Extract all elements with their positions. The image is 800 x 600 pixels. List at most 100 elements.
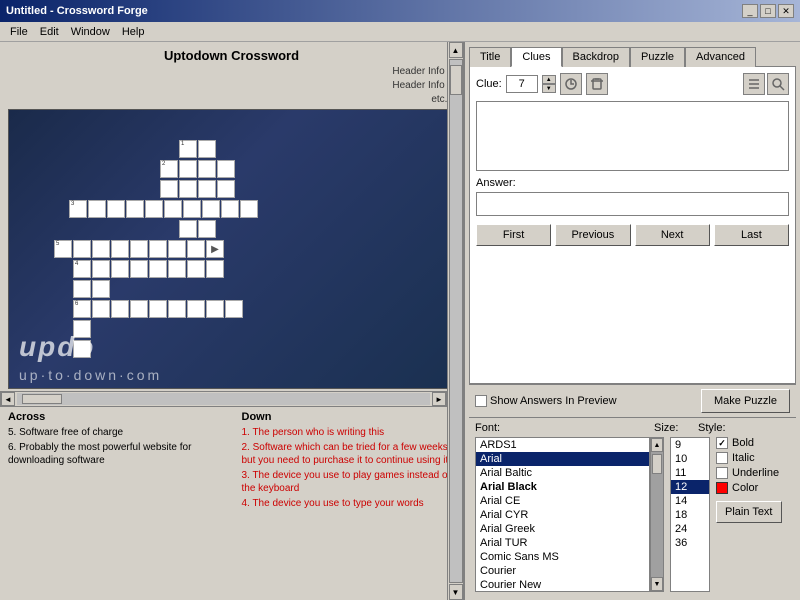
down-clue-1-text: The person who is writing this [252,427,384,438]
horizontal-scroll-track [17,393,430,405]
maximize-button[interactable]: □ [760,4,776,18]
make-puzzle-button[interactable]: Make Puzzle [701,389,790,413]
spin-up-button[interactable]: ▲ [542,75,556,84]
font-list-scrollbar[interactable]: ▲ ▼ [650,437,664,592]
delete-button[interactable] [586,73,608,95]
plain-text-button[interactable]: Plain Text [716,501,782,523]
answer-input[interactable] [476,192,789,216]
header-info-2: Header Info 2 [0,79,453,93]
list-icon [747,77,761,91]
across-clue-5-num: 5. [8,427,16,438]
clue-number-spinner: ▲ ▼ [542,75,556,93]
font-scroll-down[interactable]: ▼ [651,577,663,591]
down-clue-2-num: 2. [242,442,250,453]
first-button[interactable]: First [476,224,551,246]
minimize-button[interactable]: _ [742,4,758,18]
font-item-arial-black[interactable]: Arial Black [476,480,649,494]
font-item-ards1[interactable]: ARDS1 [476,438,649,452]
down-clue-3-num: 3. [242,470,250,481]
size-14[interactable]: 14 [671,494,709,508]
font-panel-labels: Font: Size: Style: [475,422,790,434]
scroll-right-button[interactable]: ► [432,392,446,406]
window-title: Untitled - Crossword Forge [6,5,148,17]
spin-down-button[interactable]: ▼ [542,84,556,93]
underline-checkbox[interactable] [716,467,728,479]
list-view-button[interactable] [743,73,765,95]
underline-label: Underline [732,467,779,479]
tabs: Title Clues Backdrop Puzzle Advanced [469,46,796,66]
font-scroll-up[interactable]: ▲ [651,438,663,452]
menu-edit[interactable]: Edit [34,25,65,39]
italic-label: Italic [732,452,755,464]
logo-domain: up·to·down·com [19,367,162,383]
size-label: Size: [654,422,694,434]
window-controls: _ □ ✕ [742,4,794,18]
last-button[interactable]: Last [714,224,789,246]
crossword-title: Uptodown Crossword [0,42,463,65]
font-item-courier[interactable]: Courier [476,564,649,578]
font-item-arial-cyr[interactable]: Arial CYR [476,508,649,522]
across-clue-6: 6. Probably the most powerful website fo… [8,441,222,467]
tab-backdrop[interactable]: Backdrop [562,47,630,67]
down-clues: Down 1. The person who is writing this 2… [242,411,456,596]
bottom-bar: Show Answers In Preview Make Puzzle [469,384,796,417]
menu-window[interactable]: Window [65,25,116,39]
down-clue-3-text: The device you use to play games instead… [242,470,451,494]
bold-label: Bold [732,437,754,449]
down-clue-1: 1. The person who is writing this [242,426,456,439]
italic-option: Italic [716,452,782,464]
size-24[interactable]: 24 [671,522,709,536]
size-10[interactable]: 10 [671,452,709,466]
horizontal-scrollbar[interactable]: ◄ ► [0,391,447,407]
clue-number-input[interactable] [506,75,538,93]
search-button[interactable] [767,73,789,95]
scroll-thumb[interactable] [450,65,462,95]
down-clue-1-num: 1. [242,427,250,438]
scroll-up-button[interactable]: ▲ [449,42,463,58]
tab-puzzle[interactable]: Puzzle [630,47,685,67]
size-12[interactable]: 12 [671,480,709,494]
down-clue-2-text: Software which can be tried for a few we… [242,442,451,466]
italic-checkbox[interactable] [716,452,728,464]
size-9[interactable]: 9 [671,438,709,452]
size-list[interactable]: 9 10 11 12 14 18 24 36 [670,437,710,592]
bold-checkbox[interactable]: ✓ [716,437,728,449]
across-clue-6-text: Probably the most powerful website for d… [8,442,191,466]
tab-title[interactable]: Title [469,47,511,67]
color-label: Color [732,482,758,494]
tab-clues[interactable]: Clues [511,47,561,67]
font-item-arial[interactable]: Arial [476,452,649,466]
font-item-arial-ce[interactable]: Arial CE [476,494,649,508]
scroll-left-button[interactable]: ◄ [1,392,15,406]
left-vertical-scrollbar[interactable]: ▲ ▼ [447,42,463,600]
font-item-arial-tur[interactable]: Arial TUR [476,536,649,550]
size-18[interactable]: 18 [671,508,709,522]
across-clue-6-num: 6. [8,442,16,453]
horizontal-scroll-thumb[interactable] [22,394,62,404]
header-info-3: etc... [0,93,453,107]
scroll-down-button[interactable]: ▼ [449,584,463,600]
size-11[interactable]: 11 [671,466,709,480]
logo-text: updo [19,331,95,363]
clue-textarea[interactable] [476,101,789,171]
font-scroll-thumb[interactable] [652,454,662,474]
down-clue-4-text: The device you use to type your words [252,498,423,509]
menu-help[interactable]: Help [116,25,151,39]
font-panel: Font: Size: Style: ARDS1 Arial Arial Bal… [469,417,796,596]
font-item-arial-baltic[interactable]: Arial Baltic [476,466,649,480]
tab-advanced[interactable]: Advanced [685,47,756,67]
delete-icon [590,77,604,91]
size-36[interactable]: 36 [671,536,709,550]
next-button[interactable]: Next [635,224,710,246]
menu-file[interactable]: File [4,25,34,39]
across-clue-5: 5. Software free of charge [8,426,222,439]
font-list[interactable]: ARDS1 Arial Arial Baltic Arial Black Ari… [475,437,650,592]
show-answers-checkbox[interactable] [475,395,487,407]
font-item-arial-greek[interactable]: Arial Greek [476,522,649,536]
font-item-courier-new[interactable]: Courier New [476,578,649,592]
title-bar: Untitled - Crossword Forge _ □ ✕ [0,0,800,22]
reset-button[interactable] [560,73,582,95]
close-button[interactable]: ✕ [778,4,794,18]
previous-button[interactable]: Previous [555,224,630,246]
font-item-comic-sans[interactable]: Comic Sans MS [476,550,649,564]
